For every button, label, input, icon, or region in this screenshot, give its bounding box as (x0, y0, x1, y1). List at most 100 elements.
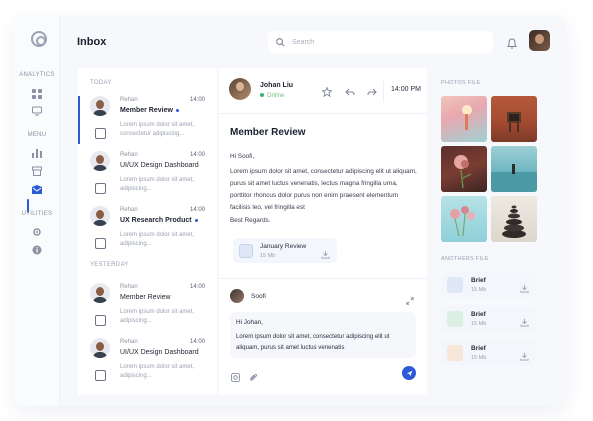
send-icon (406, 370, 412, 376)
user-avatar[interactable] (529, 30, 550, 51)
list-item[interactable]: Rehan 14:00 UX Research Product Lorem ip… (78, 202, 217, 258)
photo-thumbnail[interactable] (491, 146, 537, 192)
file-card[interactable]: Brief 15 Mb (441, 306, 537, 332)
archive-icon[interactable] (31, 165, 43, 177)
photo-thumbnail[interactable] (491, 96, 537, 142)
message-signoff: Best Regards. (230, 217, 271, 224)
sender-name: Rehan (120, 207, 138, 213)
search-input[interactable]: Search (268, 31, 493, 53)
top-bar: Inbox Search (61, 16, 566, 66)
file-name: Brief (471, 311, 486, 318)
app-logo[interactable] (31, 31, 47, 47)
unread-dot (175, 108, 179, 112)
file-card[interactable]: Brief 15 Mb (441, 340, 537, 366)
chart-icon[interactable] (31, 147, 43, 159)
attachment-name: January Review (260, 243, 307, 250)
message-subject: Member Review (120, 107, 179, 114)
list-item[interactable]: Rehan 14:00 UI/UX Design Dashboard Lorem… (78, 334, 217, 390)
message-subject: UI/UX Design Dashboard (120, 162, 199, 169)
contact-name: Johan Liu (260, 82, 294, 89)
contact-status: Online (260, 93, 284, 99)
reply-author: Soofi (251, 293, 266, 300)
star-icon[interactable] (321, 84, 333, 102)
download-icon[interactable] (520, 280, 529, 298)
photo-thumbnail[interactable] (491, 196, 537, 242)
message-subject: Member Review (120, 294, 171, 301)
file-icon (95, 128, 106, 139)
reply-divider (219, 278, 427, 279)
unread-dot (194, 218, 198, 222)
file-size: 15 Mb (471, 321, 487, 327)
reply-body: Lorem ipsum dolor sit amet, consectetur … (236, 333, 390, 351)
forward-icon[interactable] (367, 84, 377, 102)
bell-icon[interactable] (507, 36, 517, 54)
inbox-icon[interactable] (31, 184, 43, 196)
file-size: 15 Mb (471, 287, 487, 293)
photo-thumbnail[interactable] (441, 146, 487, 192)
other-files-section-label: ANOTHERS FILE (441, 256, 489, 262)
sender-name: Rehan (120, 97, 138, 103)
message-time: 14:00 PM (391, 86, 421, 93)
sender-name: Rehan (120, 339, 138, 345)
message-time: 14:00 (189, 207, 205, 213)
reply-icon[interactable] (345, 84, 355, 102)
message-subject: UX Research Product (120, 217, 198, 224)
image-file-icon (239, 244, 253, 258)
yesterday-label: YESTERDAY (90, 262, 129, 268)
photo-thumbnail[interactable] (441, 196, 487, 242)
file-icon (95, 183, 106, 194)
avatar (90, 283, 110, 303)
page-title: Inbox (77, 36, 107, 48)
download-icon[interactable] (520, 314, 529, 332)
gear-icon[interactable] (31, 226, 43, 238)
message-preview: Lorem ipsum dolor sit amet, adipiscing..… (120, 232, 195, 247)
list-item[interactable]: Rehan 14:00 Member Review Lorem ipsum do… (78, 279, 217, 335)
avatar (90, 338, 110, 358)
header-divider (383, 80, 384, 102)
send-button[interactable] (402, 366, 416, 380)
image-file-icon (447, 311, 463, 327)
message-list: TODAY Rehan 14:00 Member Review Lorem ip… (78, 68, 217, 395)
grid-icon[interactable] (31, 88, 43, 100)
message-subject-heading: Member Review (230, 127, 306, 138)
reading-pane: Johan Liu Online 14:00 PM Member Review … (219, 68, 427, 395)
message-preview: Lorem ipsum dolor sit amet, adipiscing..… (120, 177, 195, 192)
info-icon[interactable] (31, 244, 43, 256)
list-item[interactable]: Rehan 14:00 Member Review Lorem ipsum do… (78, 92, 217, 148)
file-name: Brief (471, 277, 486, 284)
download-icon[interactable] (520, 348, 529, 366)
expand-icon[interactable] (406, 292, 414, 310)
sidebar: ANALYTICS MENU UTILITIES (14, 16, 60, 406)
message-time: 14:00 (189, 97, 205, 103)
message-preview: Lorem ipsum dolor sit amet, consectetur … (120, 122, 195, 137)
attachment-size: 15 Mb (260, 253, 276, 259)
message-body: Lorem ipsum dolor sit amet, consectetur … (230, 168, 417, 211)
utilities-section-label: UTILITIES (21, 211, 53, 217)
photos-section-label: PHOTOS FILE (441, 80, 481, 86)
sender-name: Rehan (120, 284, 138, 290)
list-item[interactable]: Rehan 14:00 UI/UX Design Dashboard Lorem… (78, 147, 217, 203)
image-file-icon (447, 277, 463, 293)
file-icon (95, 315, 106, 326)
file-size: 15 Mb (471, 355, 487, 361)
message-subject: UI/UX Design Dashboard (120, 349, 199, 356)
reply-compose-box[interactable]: Hi Johan, Lorem ipsum dolor sit amet, co… (230, 312, 416, 358)
message-greeting: Hi Soofi, (230, 153, 255, 160)
avatar (90, 151, 110, 171)
paperclip-icon[interactable] (249, 369, 258, 387)
download-icon[interactable] (321, 246, 330, 264)
search-placeholder: Search (292, 38, 315, 46)
sender-name: Rehan (120, 152, 138, 158)
attachment-card[interactable]: January Review 15 Mb (233, 238, 337, 263)
message-preview: Lorem ipsum dolor sit amet, adipiscing..… (120, 309, 195, 324)
file-icon (95, 370, 106, 381)
message-time: 14:00 (189, 339, 205, 345)
avatar (90, 96, 110, 116)
search-icon (276, 37, 285, 46)
reply-avatar (230, 289, 244, 303)
message-time: 14:00 (189, 152, 205, 158)
file-card[interactable]: Brief 15 Mb (441, 272, 537, 298)
image-attach-icon[interactable] (231, 369, 240, 387)
photo-thumbnail[interactable] (441, 96, 487, 142)
monitor-icon[interactable] (31, 105, 43, 117)
